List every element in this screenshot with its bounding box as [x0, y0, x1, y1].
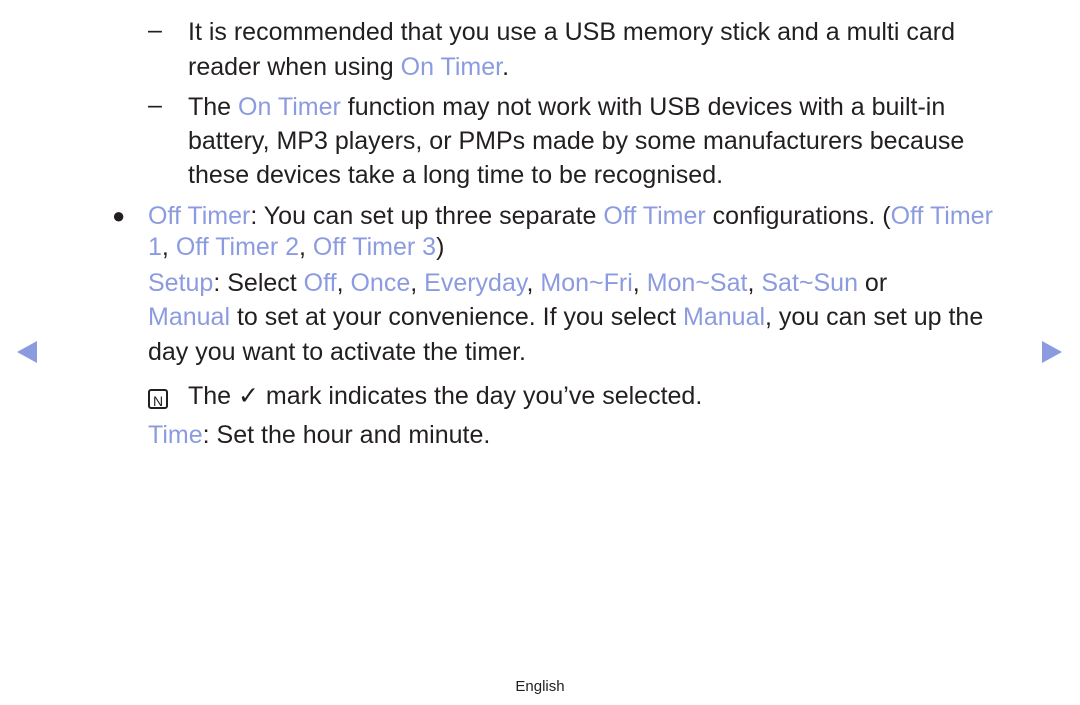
dash-marker: –	[148, 16, 162, 44]
text-line: 1, Off Timer 2, Off Timer 3)	[148, 233, 445, 261]
text-line: battery, MP3 players, or PMPs made by so…	[188, 127, 965, 155]
text-line: The On Timer function may not work with …	[188, 93, 946, 121]
text-line: these devices take a long time to be rec…	[188, 161, 724, 189]
text-line: Off Timer: You can set up three separate…	[148, 202, 993, 230]
text-line: Setup: Select Off, Once, Everyday, Mon~F…	[148, 269, 888, 297]
bullet-icon: ●	[112, 203, 126, 228]
text-line: day you want to activate the timer.	[148, 338, 526, 366]
text-line: N The ✓ mark indicates the day you’ve sel…	[148, 379, 702, 413]
link-on-timer[interactable]: On Timer	[238, 93, 341, 121]
text-line: It is recommended that you use a USB mem…	[188, 18, 955, 46]
checkmark-icon: ✓	[238, 382, 259, 410]
text-line: reader when using On Timer.	[188, 53, 510, 81]
language-footer: English	[515, 678, 565, 695]
text-line: Time: Set the hour and minute.	[148, 421, 491, 449]
link-on-timer[interactable]: On Timer	[401, 53, 502, 81]
next-page-arrow-icon[interactable]	[1042, 341, 1062, 363]
note-icon: N	[148, 389, 168, 409]
previous-page-arrow-icon[interactable]	[17, 341, 37, 363]
dash-marker: –	[148, 91, 162, 119]
text-line: Manual to set at your convenience. If yo…	[148, 303, 984, 331]
